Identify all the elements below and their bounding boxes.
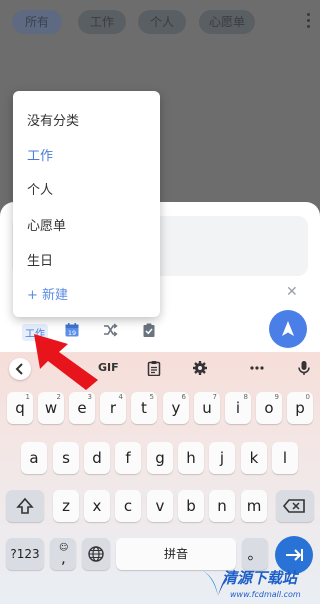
numbers-key[interactable]: ?123	[6, 538, 44, 570]
category-dropdown: 没有分类 工作 个人 心愿单 生日 + 新建	[13, 91, 160, 317]
shift-key[interactable]	[6, 490, 44, 522]
key-h[interactable]: h	[178, 442, 204, 474]
dropdown-new-category[interactable]: + 新建	[27, 284, 68, 303]
key-v[interactable]: v	[147, 490, 173, 522]
red-annotation-arrow-icon	[34, 334, 98, 390]
key-x[interactable]: x	[84, 490, 110, 522]
key-e[interactable]: e3	[69, 392, 95, 424]
keyboard-collapse-button[interactable]	[9, 358, 31, 380]
dropdown-item-work[interactable]: 工作	[27, 145, 53, 164]
shuffle-repeat-icon[interactable]	[102, 322, 118, 338]
gear-icon[interactable]	[192, 360, 208, 376]
task-check-icon[interactable]	[141, 322, 157, 338]
gif-button[interactable]: GIF	[98, 361, 119, 374]
send-icon	[282, 321, 294, 336]
tab-all[interactable]: 所有	[12, 10, 62, 34]
more-icon[interactable]	[249, 360, 265, 376]
key-p[interactable]: p0	[287, 392, 313, 424]
mic-icon[interactable]	[296, 360, 312, 376]
key-j[interactable]: j	[209, 442, 235, 474]
key-b[interactable]: b	[178, 490, 204, 522]
key-q[interactable]: q1	[7, 392, 33, 424]
more-vert-icon[interactable]	[306, 13, 310, 29]
dropdown-item-wishlist[interactable]: 心愿单	[27, 215, 66, 234]
key-w[interactable]: w2	[38, 392, 64, 424]
tab-personal[interactable]: 个人	[138, 10, 186, 34]
filter-tab-bar: 所有 工作 个人 心愿单	[0, 0, 320, 44]
watermark-title: 清源下载站	[222, 569, 298, 587]
key-i[interactable]: i8	[225, 392, 251, 424]
key-n[interactable]: n	[209, 490, 235, 522]
key-g[interactable]: g	[147, 442, 173, 474]
watermark-url: www.fcdmall.com	[230, 590, 301, 599]
language-key[interactable]	[82, 538, 110, 570]
tab-wishlist[interactable]: 心愿单	[199, 10, 255, 34]
key-d[interactable]: d	[84, 442, 110, 474]
close-icon[interactable]: ✕	[286, 284, 298, 300]
shift-icon	[16, 497, 34, 514]
key-u[interactable]: u7	[194, 392, 220, 424]
key-f[interactable]: f	[115, 442, 141, 474]
key-a[interactable]: a	[21, 442, 47, 474]
backspace-key[interactable]	[276, 490, 314, 522]
emoji-comma-key[interactable]: ☺ ,	[50, 538, 76, 570]
key-k[interactable]: k	[241, 442, 267, 474]
globe-icon	[88, 546, 104, 562]
dropdown-item-personal[interactable]: 个人	[27, 179, 53, 198]
key-s[interactable]: s	[53, 442, 79, 474]
key-c[interactable]: c	[115, 490, 141, 522]
key-l[interactable]: l	[272, 442, 298, 474]
chevron-left-icon	[15, 363, 23, 375]
clipboard-icon[interactable]	[146, 360, 162, 376]
send-button[interactable]	[269, 310, 307, 348]
tab-work[interactable]: 工作	[78, 10, 126, 34]
dropdown-item-uncategorized[interactable]: 没有分类	[27, 110, 79, 129]
key-m[interactable]: m	[241, 490, 267, 522]
key-r[interactable]: r4	[100, 392, 126, 424]
key-o[interactable]: o9	[256, 392, 282, 424]
backspace-icon	[282, 499, 305, 513]
key-z[interactable]: z	[53, 490, 79, 522]
key-t[interactable]: t5	[131, 392, 157, 424]
key-y[interactable]: y6	[163, 392, 189, 424]
dropdown-item-birthday[interactable]: 生日	[27, 250, 53, 269]
